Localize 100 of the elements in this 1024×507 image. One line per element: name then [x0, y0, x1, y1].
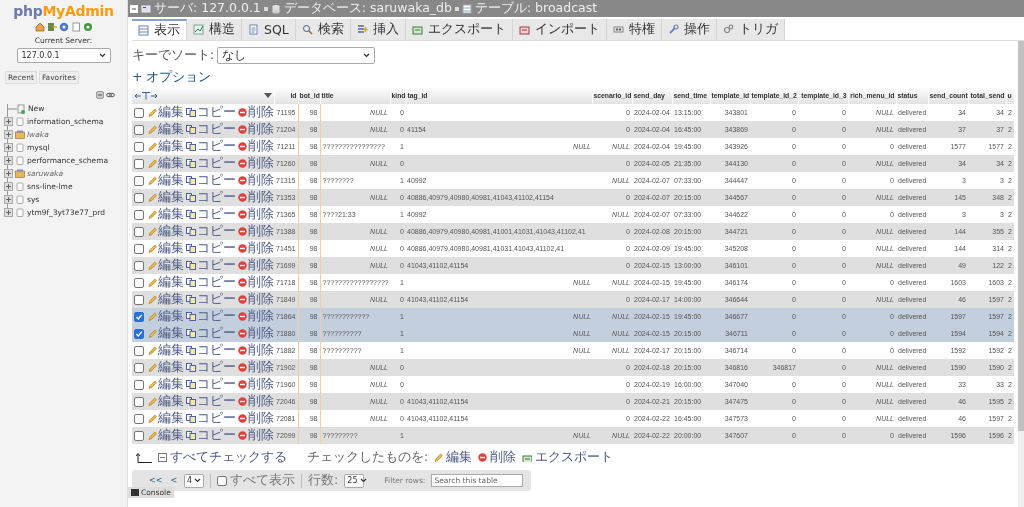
edit-link[interactable]: 編集	[148, 172, 184, 189]
home-icon[interactable]	[34, 22, 45, 32]
delete-link[interactable]: 削除	[238, 393, 274, 410]
delete-link[interactable]: 削除	[238, 257, 274, 274]
edit-link[interactable]: 編集	[148, 410, 184, 427]
delete-link[interactable]: 削除	[238, 359, 274, 376]
edit-link[interactable]: 編集	[148, 427, 184, 444]
delete-link[interactable]: 削除	[238, 138, 274, 155]
delete-link[interactable]: 削除	[238, 427, 274, 444]
row-checkbox[interactable]	[134, 413, 144, 424]
row-checkbox[interactable]	[134, 345, 144, 356]
copy-link[interactable]: コピー	[186, 359, 236, 376]
edit-link[interactable]: 編集	[148, 393, 184, 410]
delete-link[interactable]: 削除	[238, 223, 274, 240]
copy-link[interactable]: コピー	[186, 274, 236, 291]
edit-link[interactable]: 編集	[148, 206, 184, 223]
tab[interactable]: 表示	[132, 19, 187, 40]
copy-link[interactable]: コピー	[186, 308, 236, 325]
tab[interactable]: 検索	[295, 19, 351, 40]
row-checkbox[interactable]	[134, 175, 144, 186]
row-checkbox[interactable]	[134, 311, 144, 322]
delete-link[interactable]: 削除	[238, 121, 274, 138]
settings-icon[interactable]	[82, 22, 93, 32]
edit-link[interactable]: 編集	[148, 223, 184, 240]
edit-link[interactable]: 編集	[148, 308, 184, 325]
first-page-button[interactable]: <<	[148, 476, 164, 485]
copy-link[interactable]: コピー	[186, 376, 236, 393]
delete-link[interactable]: 削除	[238, 104, 274, 121]
delete-link[interactable]: 削除	[238, 376, 274, 393]
edit-link[interactable]: 編集	[148, 274, 184, 291]
page-select[interactable]: 4	[184, 473, 205, 488]
copy-link[interactable]: コピー	[186, 291, 236, 308]
delete-link[interactable]: 削除	[238, 189, 274, 206]
tab[interactable]: 構造	[187, 19, 242, 40]
tab[interactable]: トリガ	[716, 19, 785, 40]
tab[interactable]: インポート	[512, 19, 607, 40]
row-checkbox[interactable]	[134, 379, 144, 390]
document-icon[interactable]	[70, 22, 81, 32]
bulk-action-link[interactable]: 編集	[434, 449, 473, 466]
row-checkbox[interactable]	[134, 209, 144, 220]
collapse-icon[interactable]	[130, 4, 138, 13]
copy-link[interactable]: コピー	[186, 393, 236, 410]
expand-icon[interactable]	[4, 143, 13, 152]
expand-icon[interactable]	[4, 195, 13, 204]
copy-link[interactable]: コピー	[186, 138, 236, 155]
row-checkbox[interactable]	[134, 260, 144, 271]
delete-link[interactable]: 削除	[238, 274, 274, 291]
copy-link[interactable]: コピー	[186, 223, 236, 240]
rows-select[interactable]: 25	[344, 473, 365, 488]
exit-icon[interactable]	[46, 22, 57, 32]
delete-link[interactable]: 削除	[238, 308, 274, 325]
tab[interactable]: SQL	[242, 19, 296, 40]
bulk-action-link[interactable]: エクスポート	[522, 449, 614, 466]
expand-icon[interactable]	[4, 117, 13, 126]
help-icon[interactable]	[58, 22, 69, 32]
edit-link[interactable]: 編集	[148, 325, 184, 342]
row-checkbox[interactable]	[134, 430, 144, 441]
copy-link[interactable]: コピー	[186, 172, 236, 189]
copy-link[interactable]: コピー	[186, 257, 236, 274]
column-arrows-icon[interactable]	[134, 91, 160, 100]
copy-link[interactable]: コピー	[186, 206, 236, 223]
edit-link[interactable]: 編集	[148, 359, 184, 376]
new-database-icon[interactable]	[8, 103, 26, 114]
copy-link[interactable]: コピー	[186, 155, 236, 172]
edit-link[interactable]: 編集	[148, 121, 184, 138]
row-checkbox[interactable]	[134, 226, 144, 237]
previous-page-button[interactable]: <	[169, 476, 179, 485]
row-checkbox[interactable]	[134, 328, 144, 339]
copy-link[interactable]: コピー	[186, 240, 236, 257]
edit-link[interactable]: 編集	[148, 257, 184, 274]
row-checkbox[interactable]	[134, 294, 144, 305]
bulk-action-link[interactable]: 削除	[478, 449, 517, 466]
show-all-checkbox[interactable]	[217, 475, 228, 486]
tab[interactable]: 特権	[606, 19, 662, 40]
edit-link[interactable]: 編集	[148, 189, 184, 206]
edit-link[interactable]: 編集	[148, 342, 184, 359]
server-select[interactable]: 127.0.0.1	[16, 48, 111, 63]
delete-link[interactable]: 削除	[238, 291, 274, 308]
expand-icon[interactable]	[4, 130, 13, 139]
delete-link[interactable]: 削除	[238, 155, 274, 172]
copy-link[interactable]: コピー	[186, 427, 236, 444]
copy-link[interactable]: コピー	[186, 325, 236, 342]
sort-select[interactable]: なし	[217, 47, 376, 64]
row-checkbox[interactable]	[134, 124, 144, 135]
copy-link[interactable]: コピー	[186, 121, 236, 138]
scrollbar[interactable]	[1018, 41, 1024, 507]
delete-link[interactable]: 削除	[238, 410, 274, 427]
options-link[interactable]: + オプション	[132, 69, 212, 86]
copy-link[interactable]: コピー	[186, 342, 236, 359]
row-checkbox[interactable]	[134, 396, 144, 407]
edit-link[interactable]: 編集	[148, 138, 184, 155]
check-all-link[interactable]: すべてチェックする	[158, 449, 287, 466]
row-checkbox[interactable]	[134, 277, 144, 288]
row-checkbox[interactable]	[134, 107, 144, 118]
edit-link[interactable]: 編集	[148, 104, 184, 121]
edit-link[interactable]: 編集	[148, 240, 184, 257]
edit-link[interactable]: 編集	[148, 376, 184, 393]
delete-link[interactable]: 削除	[238, 240, 274, 257]
delete-link[interactable]: 削除	[238, 172, 274, 189]
expand-icon[interactable]	[4, 208, 13, 217]
